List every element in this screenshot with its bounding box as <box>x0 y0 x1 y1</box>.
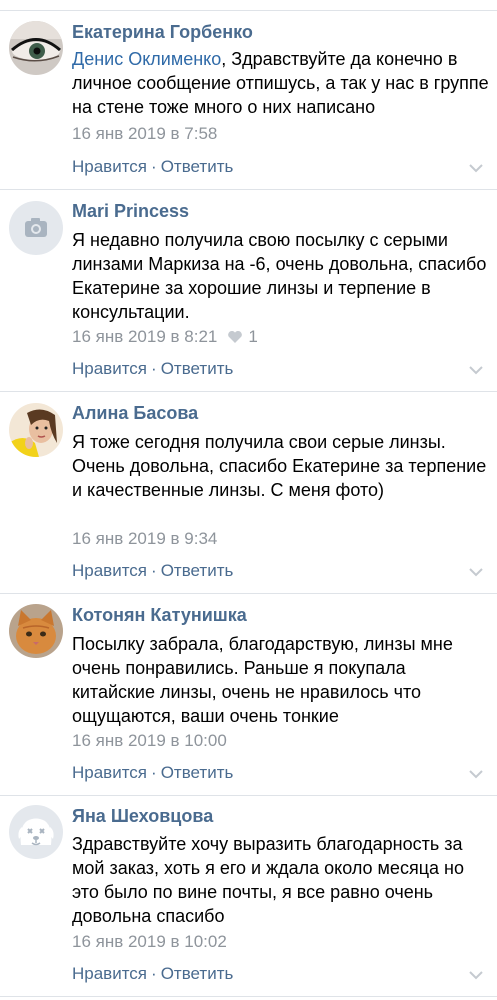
like-button[interactable]: Нравится <box>72 157 147 176</box>
avatar[interactable] <box>9 805 63 859</box>
like-button[interactable]: Нравится <box>72 763 147 782</box>
woman-eye-makeup-photo-icon <box>9 21 63 75</box>
comment-author[interactable]: Яна Шеховцова <box>72 806 213 827</box>
reply-button[interactable]: Ответить <box>161 561 234 580</box>
comment-date: 16 янв 2019 в 7:58 <box>72 124 217 144</box>
comment-date: 16 янв 2019 в 10:02 <box>72 932 227 952</box>
avatar[interactable] <box>9 604 63 658</box>
comment-divider <box>0 795 497 796</box>
reply-button[interactable]: Ответить <box>161 359 234 378</box>
comment-divider <box>0 593 497 594</box>
reply-button[interactable]: Ответить <box>161 964 234 983</box>
like-count: 1 <box>248 327 258 346</box>
avatar[interactable] <box>9 21 63 75</box>
separator: · <box>151 763 157 782</box>
ginger-cat-photo-icon <box>9 604 63 658</box>
reply-button[interactable]: Ответить <box>161 763 234 782</box>
comment-text: Здравствуйте хочу выразить благодарность… <box>72 834 464 926</box>
woman-yellow-photo-icon <box>9 403 63 457</box>
chevron-down-icon[interactable] <box>468 163 484 173</box>
comment-actions: Нравится · Ответить <box>72 561 233 581</box>
comment-actions: Нравится · Ответить <box>72 157 233 177</box>
top-divider <box>0 10 497 11</box>
like-button[interactable]: Нравится <box>72 964 147 983</box>
heart-icon[interactable] <box>227 330 243 344</box>
date-text: 16 янв 2019 в 7:58 <box>72 124 218 143</box>
chevron-down-icon[interactable] <box>468 970 484 980</box>
chevron-down-icon[interactable] <box>468 769 484 779</box>
comment-author[interactable]: Алина Басова <box>72 403 198 424</box>
comment-divider <box>0 391 497 392</box>
comment-date: 16 янв 2019 в 8:21 1 <box>72 327 258 347</box>
comment-text: Я тоже сегодня получила свои серые линзы… <box>72 432 487 500</box>
reply-to-link[interactable]: Денис Оклименко <box>72 49 221 69</box>
chevron-down-icon[interactable] <box>468 567 484 577</box>
comment-author[interactable]: Екатерина Горбенко <box>72 22 253 43</box>
date-text: 16 янв 2019 в 9:34 <box>72 529 218 548</box>
avatar[interactable] <box>9 403 63 457</box>
chevron-down-icon[interactable] <box>468 365 484 375</box>
comment-text: Посылку забрала, благодарствую, линзы мн… <box>72 634 453 726</box>
comment-text: Денис Оклименко, Здравствуйте да конечно… <box>72 47 492 119</box>
separator: · <box>151 561 157 580</box>
reply-button[interactable]: Ответить <box>161 157 234 176</box>
separator: · <box>151 964 157 983</box>
date-text: 16 янв 2019 в 10:02 <box>72 932 227 951</box>
comment-actions: Нравится · Ответить <box>72 763 233 783</box>
bottom-divider <box>0 996 497 997</box>
comment-divider <box>0 189 497 190</box>
comment-date: 16 янв 2019 в 10:00 <box>72 731 227 751</box>
comment-actions: Нравится · Ответить <box>72 359 233 379</box>
date-text: 16 янв 2019 в 8:21 <box>72 327 218 346</box>
like-button[interactable]: Нравится <box>72 561 147 580</box>
comment-actions: Нравится · Ответить <box>72 964 233 984</box>
comment-text: Я недавно получила свою посылку с серыми… <box>72 230 487 322</box>
avatar[interactable] <box>9 201 63 255</box>
comment-author[interactable]: Mari Princess <box>72 201 189 222</box>
comment-author[interactable]: Котонян Катунишка <box>72 605 247 626</box>
camera-placeholder-icon <box>9 201 63 255</box>
deactivated-dog-icon <box>9 805 63 859</box>
separator: · <box>151 157 157 176</box>
date-text: 16 янв 2019 в 10:00 <box>72 731 227 750</box>
separator: · <box>151 359 157 378</box>
like-button[interactable]: Нравится <box>72 359 147 378</box>
comment-date: 16 янв 2019 в 9:34 <box>72 529 217 549</box>
